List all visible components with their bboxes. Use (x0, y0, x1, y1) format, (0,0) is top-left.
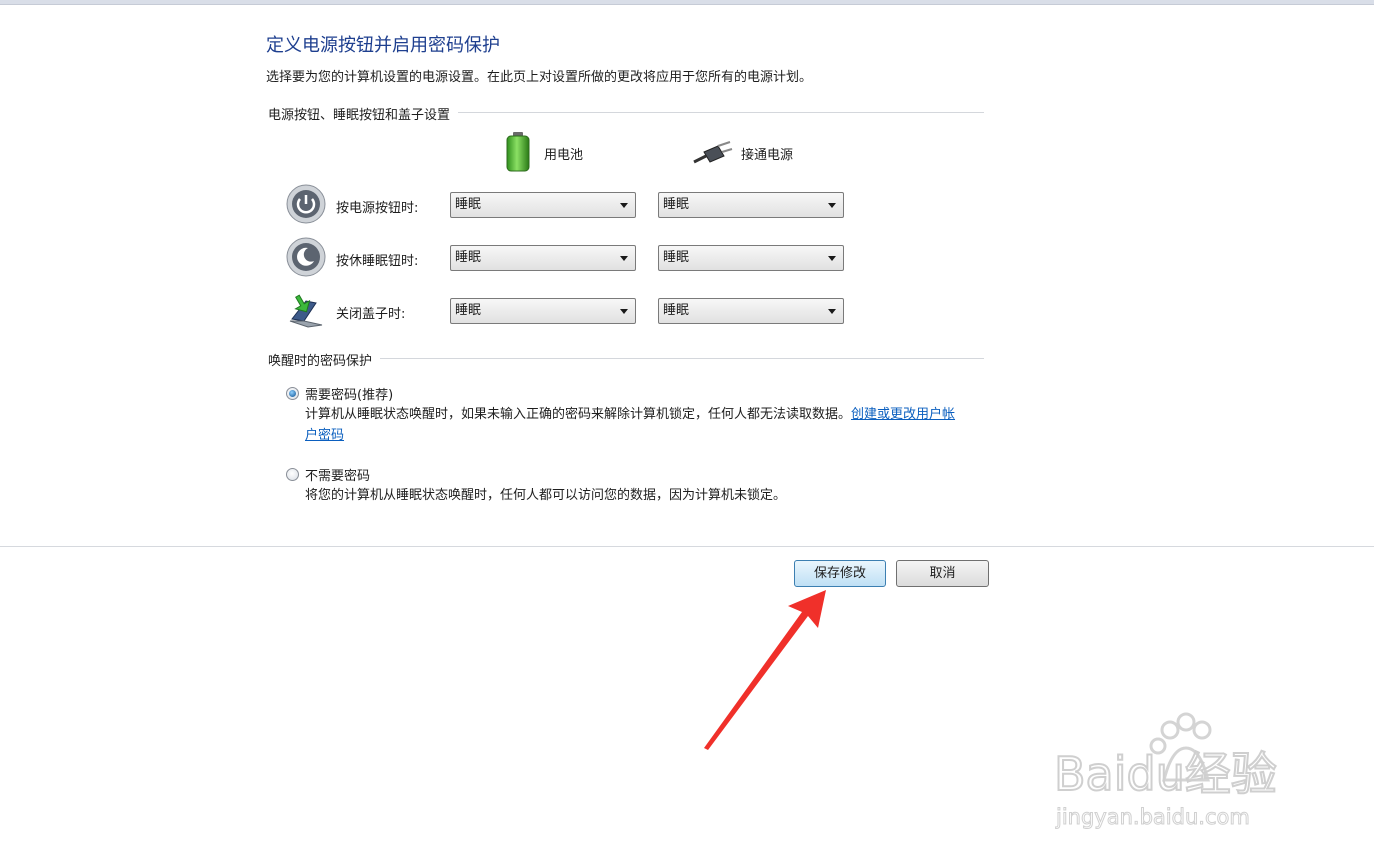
sleep-button-label: 按休睡眠钮时: (336, 254, 419, 269)
chevron-down-icon (828, 203, 836, 208)
chevron-down-icon (620, 203, 628, 208)
power-button-battery-select[interactable]: 睡眠 (450, 192, 636, 218)
chevron-down-icon (620, 256, 628, 261)
no-password-radio[interactable] (286, 468, 299, 481)
no-password-description: 将您的计算机从睡眠状态唤醒时，任何人都可以访问您的数据，因为计算机未锁定。 (305, 488, 787, 503)
require-password-label[interactable]: 需要密码(推荐) (305, 384, 393, 403)
save-changes-button[interactable]: 保存修改 (794, 560, 886, 587)
watermark-url: jingyan.baidu.com (1055, 805, 1250, 829)
sleep-button-icon (286, 237, 326, 277)
baidu-watermark-logo: Baidu经验 jingyan.baidu.com (1053, 712, 1278, 830)
no-password-label[interactable]: 不需要密码 (305, 465, 370, 484)
sleep-button-battery-select[interactable]: 睡眠 (450, 245, 636, 271)
window-top-border (0, 0, 1374, 5)
chevron-down-icon (828, 256, 836, 261)
lid-close-battery-select[interactable]: 睡眠 (450, 298, 636, 324)
power-button-icon (286, 184, 326, 224)
buttons-section-header: 电源按钮、睡眠按钮和盖子设置 (268, 104, 459, 123)
battery-icon (506, 132, 530, 172)
power-button-label: 按电源按钮时: (336, 201, 419, 216)
wake-section-header: 唤醒时的密码保护 (268, 350, 381, 369)
require-password-description: 计算机从睡眠状态唤醒时，如果未输入正确的密码来解除计算机锁定，任何人都无法读取数… (305, 407, 956, 443)
footer-divider (0, 546, 1374, 547)
page-title: 定义电源按钮并启用密码保护 (266, 35, 500, 56)
page-subtitle: 选择要为您的计算机设置的电源设置。在此页上对设置所做的更改将应用于您所有的电源计… (266, 70, 813, 85)
battery-column-header: 用电池 (544, 148, 584, 163)
power-plug-icon (693, 141, 733, 164)
chevron-down-icon (828, 309, 836, 314)
sleep-button-plugged-select[interactable]: 睡眠 (658, 245, 844, 271)
power-options-window: 定义电源按钮并启用密码保护 选择要为您的计算机设置的电源设置。在此页上对设置所做… (0, 0, 1374, 862)
laptop-lid-icon (289, 294, 323, 328)
lid-close-label: 关闭盖子时: (336, 307, 406, 322)
plugged-column-header: 接通电源 (741, 148, 794, 163)
chevron-down-icon (620, 309, 628, 314)
lid-close-plugged-select[interactable]: 睡眠 (658, 298, 844, 324)
power-button-plugged-select[interactable]: 睡眠 (658, 192, 844, 218)
require-password-radio[interactable] (286, 387, 299, 400)
cancel-button[interactable]: 取消 (896, 560, 989, 587)
watermark-brand: Baidu经验 (1054, 747, 1277, 801)
